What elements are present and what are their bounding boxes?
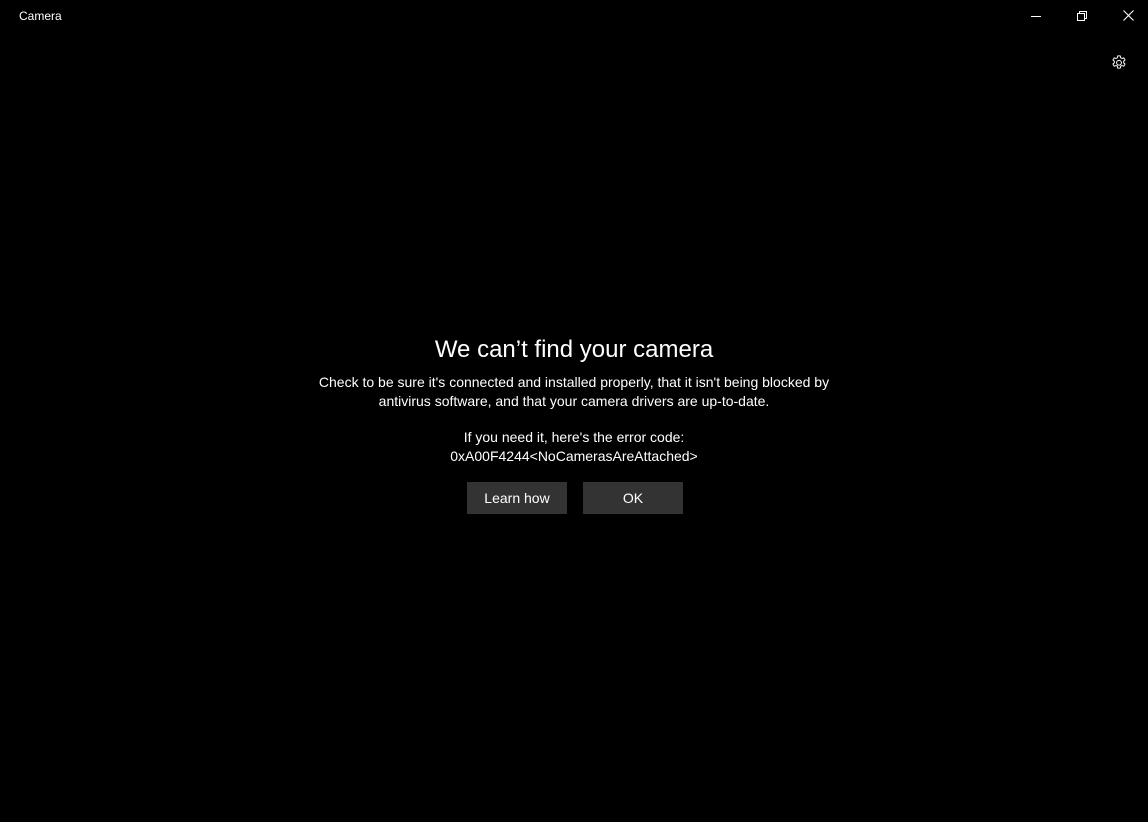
gear-icon [1112, 55, 1126, 69]
error-message: Check to be sure it's connected and inst… [318, 374, 830, 409]
window-title: Camera [19, 9, 62, 23]
ok-button[interactable]: OK [583, 482, 683, 514]
learn-how-button[interactable]: Learn how [467, 482, 567, 514]
error-heading: We can’t find your camera [434, 336, 714, 363]
dialog-buttons: Learn how OK [467, 482, 683, 514]
title-bar: Camera [0, 0, 1148, 32]
restore-icon [1077, 10, 1087, 21]
camera-window: Camera We can’t find your camera Check t… [0, 0, 1148, 822]
settings-button[interactable] [1106, 50, 1132, 76]
close-button[interactable] [1105, 0, 1148, 31]
camera-error-dialog: We can’t find your camera Check to be su… [0, 334, 1148, 514]
close-icon [1122, 10, 1134, 21]
error-code: 0xA00F4244<NoCamerasAreAttached> [450, 448, 698, 464]
error-code-intro: If you need it, here's the error code: [463, 429, 685, 445]
minimize-button[interactable] [1013, 0, 1059, 31]
minimize-icon [1031, 15, 1041, 17]
restore-button[interactable] [1059, 0, 1105, 31]
